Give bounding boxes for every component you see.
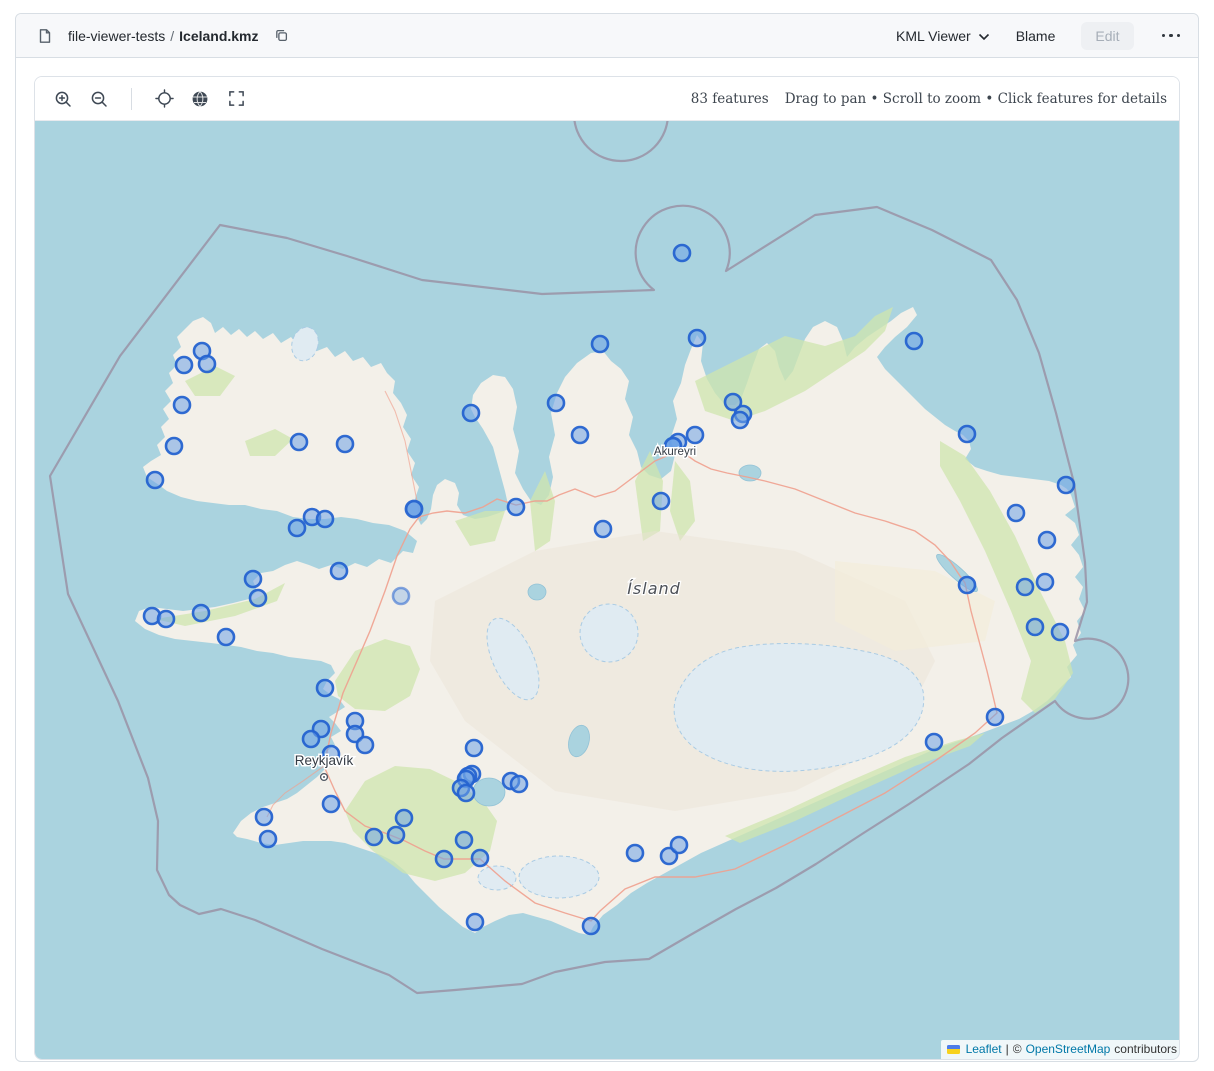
map-label-town: Akureyri	[654, 446, 696, 458]
map-feature-marker[interactable]	[1052, 624, 1068, 640]
breadcrumb-repo[interactable]: file-viewer-tests	[68, 28, 165, 44]
map-feature-marker[interactable]	[193, 605, 209, 621]
thingvallavatn-lake	[473, 778, 505, 806]
map-feature-marker[interactable]	[317, 680, 333, 696]
map-feature-marker[interactable]	[406, 501, 422, 517]
map-feature-marker[interactable]	[1037, 574, 1053, 590]
map-feature-marker[interactable]	[508, 499, 524, 515]
map-feature-marker[interactable]	[595, 521, 611, 537]
map-label-city: Reykjavík	[295, 753, 354, 768]
map-feature-marker[interactable]	[926, 734, 942, 750]
leaflet-link[interactable]: Leaflet	[966, 1042, 1002, 1056]
map-feature-marker[interactable]	[303, 731, 319, 747]
map-feature-marker[interactable]	[331, 563, 347, 579]
map-feature-marker[interactable]	[572, 427, 588, 443]
map-toolbar: 83 features Drag to pan • Scroll to zoom…	[35, 77, 1179, 121]
map-feature-marker[interactable]	[393, 588, 409, 604]
myrdalsjokull-glacier	[519, 856, 599, 898]
openstreetmap-link[interactable]: OpenStreetMap	[1026, 1042, 1111, 1056]
breadcrumb-filename: Iceland.kmz	[179, 28, 258, 44]
map-canvas: Akureyri Reykjavík Ísland	[35, 121, 1180, 1059]
map-feature-marker[interactable]	[906, 333, 922, 349]
map-feature-marker[interactable]	[674, 245, 690, 261]
map-feature-marker[interactable]	[147, 472, 163, 488]
breadcrumb: file-viewer-tests/Iceland.kmz	[68, 28, 259, 44]
map-feature-marker[interactable]	[592, 336, 608, 352]
hofsjokull-glacier	[580, 604, 638, 662]
zoom-out-icon[interactable]	[85, 85, 113, 113]
blondulon-lake	[528, 584, 546, 600]
toolbar-divider	[131, 88, 132, 110]
map-feature-marker[interactable]	[456, 832, 472, 848]
map-feature-marker[interactable]	[467, 914, 483, 930]
map-feature-marker[interactable]	[166, 438, 182, 454]
map-feature-marker[interactable]	[289, 520, 305, 536]
file-header: file-viewer-tests/Iceland.kmz KML Viewer…	[16, 14, 1198, 58]
myvatn-lake	[739, 465, 761, 481]
map-feature-marker[interactable]	[511, 776, 527, 792]
map-feature-marker[interactable]	[1017, 579, 1033, 595]
map-feature-marker[interactable]	[174, 397, 190, 413]
map-feature-marker[interactable]	[548, 395, 564, 411]
file-icon	[32, 23, 58, 49]
map-feature-marker[interactable]	[250, 590, 266, 606]
map-feature-marker[interactable]	[317, 511, 333, 527]
map-feature-marker[interactable]	[687, 427, 703, 443]
feature-count: 83 features	[691, 91, 769, 107]
map-feature-marker[interactable]	[357, 737, 373, 753]
map-feature-marker[interactable]	[959, 426, 975, 442]
map-feature-marker[interactable]	[388, 827, 404, 843]
map-feature-marker[interactable]	[323, 796, 339, 812]
viewer-select[interactable]: KML Viewer	[896, 28, 990, 44]
contributors-text: contributors	[1114, 1042, 1177, 1056]
locate-icon[interactable]	[150, 85, 178, 113]
eyjafjallajokull-glacier	[478, 866, 516, 890]
map-label-country: Ísland	[627, 579, 681, 598]
copy-path-icon[interactable]	[269, 23, 295, 49]
map-feature-marker[interactable]	[396, 810, 412, 826]
blame-button[interactable]: Blame	[1016, 28, 1056, 44]
map-feature-marker[interactable]	[732, 412, 748, 428]
map-feature-marker[interactable]	[583, 918, 599, 934]
map-feature-marker[interactable]	[627, 845, 643, 861]
map-feature-marker[interactable]	[1027, 619, 1043, 635]
more-options-icon[interactable]	[1160, 30, 1183, 42]
map-feature-marker[interactable]	[337, 436, 353, 452]
map-feature-marker[interactable]	[291, 434, 307, 450]
map-feature-marker[interactable]	[959, 577, 975, 593]
map-feature-marker[interactable]	[436, 851, 452, 867]
map-card: 83 features Drag to pan • Scroll to zoom…	[34, 76, 1180, 1060]
chevron-down-icon	[978, 28, 990, 44]
file-viewer-card: file-viewer-tests/Iceland.kmz KML Viewer…	[15, 13, 1199, 1062]
edit-button: Edit	[1081, 22, 1133, 50]
leaflet-attribution: Leaflet | © OpenStreetMap contributors	[941, 1040, 1180, 1059]
map-hint: Drag to pan • Scroll to zoom • Click fea…	[785, 91, 1167, 107]
town-symbol	[321, 774, 328, 781]
map-feature-marker[interactable]	[199, 356, 215, 372]
map-feature-marker[interactable]	[671, 837, 687, 853]
map-feature-marker[interactable]	[158, 611, 174, 627]
map-feature-marker[interactable]	[260, 831, 276, 847]
fullscreen-icon[interactable]	[222, 85, 250, 113]
map-feature-marker[interactable]	[245, 571, 261, 587]
map-feature-marker[interactable]	[176, 357, 192, 373]
map-feature-marker[interactable]	[987, 709, 1003, 725]
map-feature-marker[interactable]	[463, 405, 479, 421]
map-feature-marker[interactable]	[458, 785, 474, 801]
map-feature-marker[interactable]	[689, 330, 705, 346]
zoom-in-icon[interactable]	[49, 85, 77, 113]
map-feature-marker[interactable]	[1008, 505, 1024, 521]
map-feature-marker[interactable]	[256, 809, 272, 825]
map-feature-marker[interactable]	[366, 829, 382, 845]
globe-icon[interactable]	[186, 85, 214, 113]
map-feature-marker[interactable]	[1058, 477, 1074, 493]
ukraine-flag-icon	[947, 1045, 960, 1054]
map-feature-marker[interactable]	[653, 493, 669, 509]
leaflet-map[interactable]: Akureyri Reykjavík Ísland Leaflet | © Open…	[35, 121, 1180, 1059]
map-feature-marker[interactable]	[472, 850, 488, 866]
map-feature-marker[interactable]	[1039, 532, 1055, 548]
map-feature-marker[interactable]	[466, 740, 482, 756]
map-feature-marker[interactable]	[218, 629, 234, 645]
